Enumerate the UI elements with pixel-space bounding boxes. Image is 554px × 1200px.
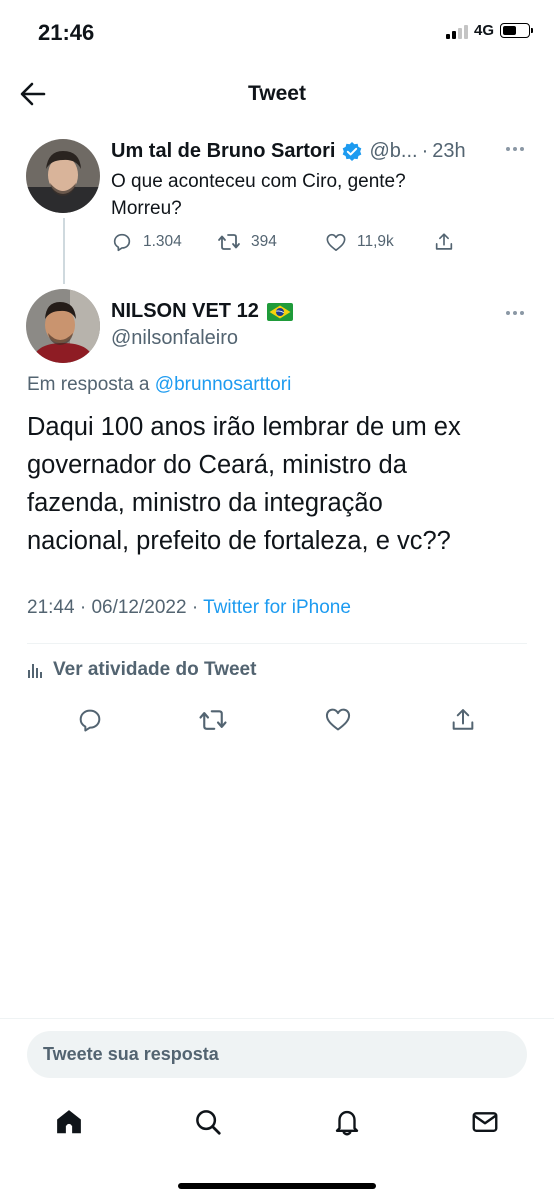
top-header: Tweet bbox=[0, 66, 554, 122]
retweet-icon bbox=[218, 234, 240, 250]
home-icon bbox=[57, 1110, 81, 1134]
separator-dot: · bbox=[191, 597, 199, 618]
like-count: 11,9k bbox=[357, 233, 394, 250]
reply-icon bbox=[79, 709, 101, 732]
more-icon[interactable] bbox=[504, 309, 526, 317]
main-handle[interactable]: @nilsonfaleiro bbox=[111, 327, 238, 350]
messages-icon bbox=[472, 1112, 498, 1132]
tweet-meta: 21:44 · 06/12/2022 · Twitter for iPhone bbox=[27, 597, 351, 619]
main-text-line: fazenda, ministro da integração bbox=[27, 489, 383, 517]
parent-handle[interactable]: @b... bbox=[369, 140, 417, 163]
reply-prefix: Em resposta a bbox=[27, 374, 155, 395]
main-display-name[interactable]: NILSON VET 12 bbox=[111, 300, 259, 323]
parent-like-button[interactable]: 11,9k bbox=[325, 232, 433, 252]
thread-connector bbox=[63, 218, 65, 284]
reply-input[interactable] bbox=[27, 1031, 527, 1078]
parent-reply-button[interactable]: 1.304 bbox=[111, 231, 217, 253]
tab-home[interactable] bbox=[51, 1104, 87, 1140]
parent-tweet-text: O que aconteceu com Ciro, gente? Morreu? bbox=[111, 168, 406, 222]
separator-dot: · bbox=[79, 597, 87, 618]
activity-label: Ver atividade do Tweet bbox=[53, 659, 257, 680]
like-icon bbox=[326, 233, 346, 251]
main-text-line: Daqui 100 anos irão lembrar de um ex bbox=[27, 413, 461, 441]
page-title: Tweet bbox=[248, 82, 306, 105]
main-text-line: nacional, prefeito de fortaleza, e vc?? bbox=[27, 527, 451, 555]
battery-icon bbox=[500, 23, 533, 38]
parent-author-row[interactable]: Um tal de Bruno Sartori @b... · 23h bbox=[111, 140, 466, 163]
parent-text-line: O que aconteceu com Ciro, gente? bbox=[111, 171, 406, 192]
main-action-bar bbox=[0, 706, 554, 742]
status-time: 21:46 bbox=[38, 20, 95, 45]
share-icon bbox=[452, 709, 474, 730]
main-handle-row: @nilsonfaleiro bbox=[111, 327, 238, 350]
parent-text-line: Morreu? bbox=[111, 198, 182, 219]
verified-icon bbox=[343, 141, 362, 161]
parent-share-button[interactable] bbox=[433, 231, 455, 253]
tweet-date: 06/12/2022 bbox=[91, 597, 187, 618]
parent-display-name[interactable]: Um tal de Bruno Sartori bbox=[111, 140, 335, 163]
reply-button[interactable] bbox=[76, 706, 104, 734]
search-icon bbox=[196, 1110, 221, 1135]
notifications-icon bbox=[335, 1110, 359, 1136]
like-button[interactable] bbox=[324, 706, 352, 732]
signal-icon bbox=[445, 23, 468, 39]
analytics-icon bbox=[28, 664, 42, 678]
tab-messages[interactable] bbox=[467, 1104, 503, 1140]
main-tweet-text: Daqui 100 anos irão lembrar de um ex gov… bbox=[27, 408, 537, 560]
retweet-button[interactable] bbox=[198, 706, 228, 734]
parent-retweet-button[interactable]: 394 bbox=[217, 231, 325, 253]
separator-dot: · bbox=[421, 140, 429, 162]
divider bbox=[27, 643, 527, 644]
main-author-row[interactable]: NILSON VET 12 bbox=[111, 300, 293, 323]
status-bar: 21:46 4G bbox=[0, 0, 554, 66]
home-indicator[interactable] bbox=[178, 1183, 376, 1189]
parent-action-bar: 1.304 394 11,9k bbox=[111, 231, 455, 253]
more-icon[interactable] bbox=[504, 145, 526, 153]
avatar-image bbox=[26, 139, 100, 213]
reply-count: 1.304 bbox=[143, 233, 182, 250]
retweet-icon bbox=[199, 710, 227, 730]
tweet-time: 21:44 bbox=[27, 597, 75, 618]
reply-icon bbox=[113, 233, 131, 252]
status-indicators: 4G bbox=[445, 22, 533, 39]
retweet-count: 394 bbox=[251, 233, 277, 250]
parent-avatar[interactable] bbox=[26, 139, 100, 213]
reply-context: Em resposta a @brunnosarttori bbox=[27, 374, 291, 396]
tweet-activity-link[interactable]: Ver atividade do Tweet bbox=[27, 659, 256, 681]
parent-time-ago: 23h bbox=[432, 140, 466, 162]
main-text-line: governador do Ceará, ministro da bbox=[27, 451, 407, 479]
tweet-source-link[interactable]: Twitter for iPhone bbox=[203, 597, 351, 618]
reply-handle-link[interactable]: @brunnosarttori bbox=[155, 374, 292, 395]
like-icon bbox=[325, 708, 351, 731]
divider bbox=[0, 1018, 554, 1019]
share-button[interactable] bbox=[449, 706, 477, 734]
avatar-image bbox=[26, 289, 100, 363]
bottom-tab-bar bbox=[0, 1100, 554, 1144]
main-avatar[interactable] bbox=[26, 289, 100, 363]
tab-search[interactable] bbox=[190, 1104, 226, 1140]
network-label: 4G bbox=[473, 22, 494, 39]
brazil-flag-icon bbox=[266, 302, 293, 321]
share-icon bbox=[435, 233, 453, 250]
tab-notifications[interactable] bbox=[329, 1104, 365, 1140]
